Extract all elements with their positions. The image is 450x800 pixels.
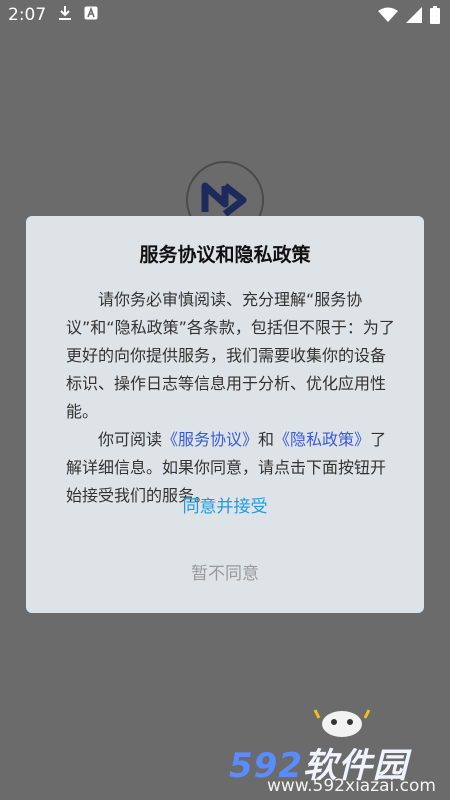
signal-icon <box>406 7 422 23</box>
watermark-url: www.592xiazai.com <box>267 776 436 796</box>
service-agreement-link[interactable]: 《服务协议》 <box>162 430 258 449</box>
app-notification-icon <box>84 6 98 20</box>
privacy-policy-link[interactable]: 《隐私政策》 <box>274 430 370 449</box>
watermark: 592软件园 www.592xiazai.com <box>225 700 450 800</box>
wifi-icon <box>378 7 398 22</box>
dialog-title: 服务协议和隐私政策 <box>139 244 311 266</box>
decline-button[interactable]: 暂不同意 <box>26 559 424 584</box>
battery-icon <box>430 6 440 24</box>
para2-prefix: 你可阅读 <box>98 430 163 449</box>
status-bar: 2:07 <box>0 0 450 30</box>
accept-button[interactable]: 同意并接受 <box>26 492 424 517</box>
para2-and: 和 <box>258 430 275 449</box>
dialog-body: 请你务必审慎阅读、充分理解“服务协议”和“隐私政策”各条款，包括但不限于：为了更… <box>66 286 396 510</box>
gamepad-mascot-icon <box>313 709 371 737</box>
privacy-dialog: 服务协议和隐私政策 请你务必审慎阅读、充分理解“服务协议”和“隐私政策”各条款，… <box>26 216 424 613</box>
dialog-paragraph-1: 请你务必审慎阅读、充分理解“服务协议”和“隐私政策”各条款，包括但不限于：为了更… <box>66 290 395 421</box>
download-icon <box>59 6 71 20</box>
status-time: 2:07 <box>8 5 47 25</box>
